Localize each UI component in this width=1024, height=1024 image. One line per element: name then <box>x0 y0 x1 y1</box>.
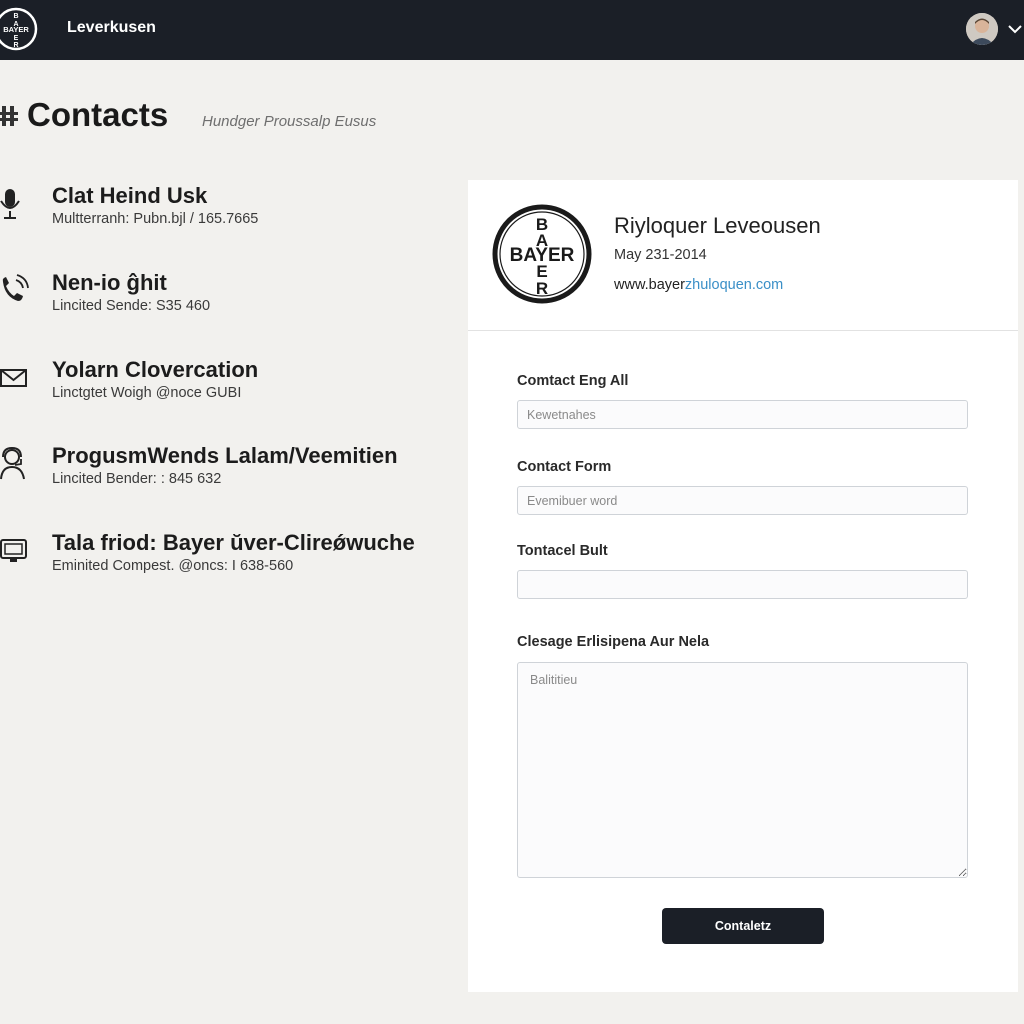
contact-name: ProgusmWends Lalam/Veemitien <box>52 443 398 468</box>
svg-text:E: E <box>14 35 19 42</box>
bayer-logo-icon: B A BAYER E R <box>492 204 592 304</box>
subject-field[interactable] <box>517 570 968 599</box>
contact-item[interactable]: Tala friod: Bayer ŭver-Clireǿwuche Emini… <box>0 530 440 590</box>
support-agent-icon <box>0 446 25 480</box>
email-field-label: Comtact Eng All <box>517 373 629 389</box>
envelope-icon <box>0 369 27 387</box>
message-field-label: Clesage Erlisipena Aur Nela <box>517 634 710 650</box>
contact-name: Nen-io ĝhit <box>52 270 167 295</box>
contact-detail: Lincited Bender: : 845 632 <box>52 471 222 487</box>
submit-button[interactable]: Contaletz <box>662 908 824 944</box>
contact-detail: Lincited Sende: S35 460 <box>52 298 211 314</box>
card-divider <box>468 330 1018 331</box>
contact-name: Yolarn Clovercation <box>52 357 259 382</box>
card-url-domain: www.bayer <box>614 277 685 293</box>
contact-item[interactable]: Clat Heind Usk Multterranh: Pubn.bjl / 1… <box>0 183 440 243</box>
svg-text:R: R <box>13 42 18 49</box>
email-field[interactable] <box>517 400 968 429</box>
card-date: May 231-2014 <box>614 247 707 263</box>
page-subtitle: Hundger Proussalp Eusus <box>202 113 377 130</box>
message-field[interactable] <box>517 662 968 878</box>
microphone-icon <box>0 189 20 219</box>
top-bar: B A BAYER E R Leverkusen <box>0 0 1024 60</box>
contact-name: Clat Heind Usk <box>52 183 208 208</box>
contact-form-input[interactable] <box>517 486 968 515</box>
contact-item[interactable]: ProgusmWends Lalam/Veemitien Lincited Be… <box>0 443 440 503</box>
contact-form-label: Contact Form <box>517 459 612 475</box>
card-url[interactable]: www.bayerzhuloquen.com <box>614 277 783 293</box>
contact-detail: Eminited Compest. @oncs: I 638-560 <box>52 558 294 574</box>
card-name: Riyloquer Leveousen <box>614 213 821 238</box>
contact-card: B A BAYER E R Riyloquer Leveousen May 23… <box>468 180 1018 992</box>
avatar-image <box>966 13 998 45</box>
contact-name: Tala friod: Bayer ŭver-Clireǿwuche <box>52 530 415 555</box>
contact-detail: Multterranh: Pubn.bjl / 165.7665 <box>52 211 259 227</box>
phone-icon <box>2 274 29 301</box>
subject-field-label: Tontacel Bult <box>517 543 608 559</box>
user-avatar[interactable] <box>966 13 998 45</box>
contacts-icon <box>0 106 18 126</box>
monitor-icon <box>0 539 27 562</box>
svg-text:R: R <box>536 279 548 298</box>
app-title: Leverkusen <box>67 19 156 36</box>
contact-item[interactable]: Yolarn Clovercation Linctgtet Woigh @noc… <box>0 357 440 417</box>
page-title: Contacts <box>27 96 169 133</box>
chevron-down-icon[interactable] <box>1006 20 1024 38</box>
svg-text:B: B <box>13 13 18 20</box>
bayer-logo-icon[interactable]: B A BAYER E R <box>0 5 40 53</box>
contact-detail: Linctgtet Woigh @noce GUBI <box>52 385 242 401</box>
contact-item[interactable]: Nen-io ĝhit Lincited Sende: S35 460 <box>0 270 440 330</box>
svg-text:BAYER: BAYER <box>3 25 29 34</box>
card-url-link[interactable]: zhuloquen.com <box>685 277 783 293</box>
